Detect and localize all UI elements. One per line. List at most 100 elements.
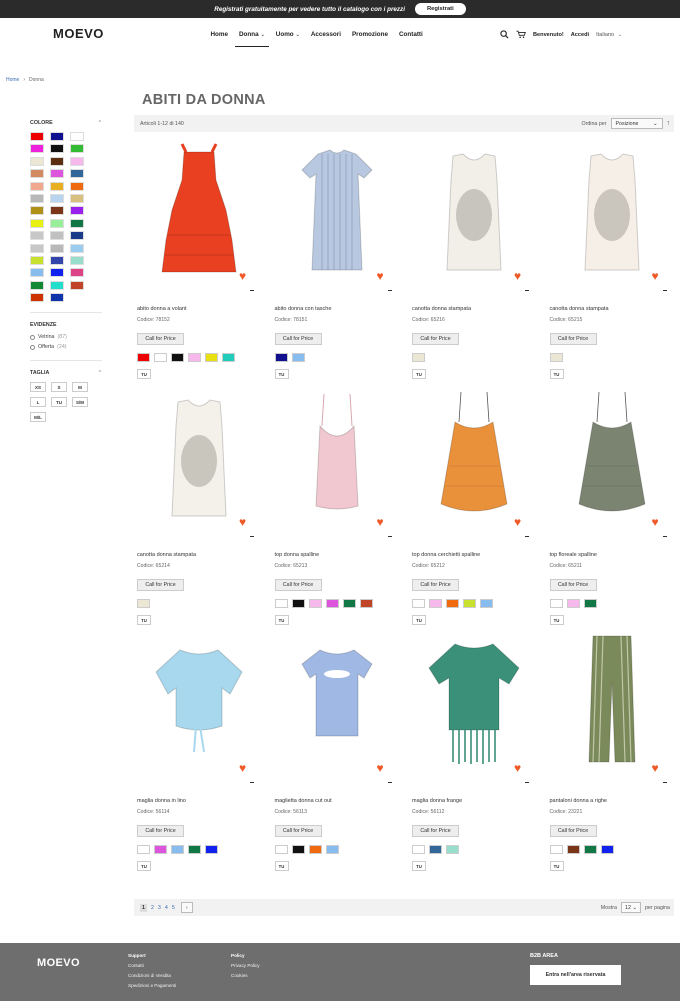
color-swatch[interactable] [412,845,425,854]
size-option[interactable]: S/M [72,397,88,408]
next-page-button[interactable]: › [180,902,193,913]
color-swatch[interactable] [291,353,305,362]
color-swatch[interactable] [70,181,84,191]
product-name[interactable]: maglia donna frange [412,798,462,804]
product-name[interactable]: maglia donna in lino [137,798,186,804]
color-swatch[interactable] [30,218,44,228]
size-option[interactable]: TU [137,861,151,871]
heart-icon[interactable]: ♥ [652,270,659,282]
size-option[interactable]: TU [549,861,564,871]
color-swatch[interactable] [222,353,235,362]
color-swatch[interactable] [308,845,322,854]
call-for-price-button[interactable]: Call for Price [549,333,597,345]
color-swatch[interactable] [291,599,305,608]
product-image[interactable] [272,140,402,290]
color-swatch[interactable] [446,599,459,608]
color-swatch[interactable] [600,845,614,854]
size-option[interactable]: TU [274,615,289,625]
color-swatch[interactable] [154,845,167,854]
page-3[interactable]: 3 [158,905,161,911]
size-option[interactable]: TU [274,369,289,379]
color-swatch[interactable] [446,845,459,854]
product-name[interactable]: top donna cerchietti spalline [412,552,480,558]
color-swatch[interactable] [566,599,580,608]
color-swatch[interactable] [50,268,64,278]
size-option[interactable]: M/L [30,412,46,423]
compare-icon[interactable] [525,536,529,538]
sort-direction-icon[interactable]: ↑ [667,120,671,127]
filter-color-header[interactable]: COLORE ⌃ [30,118,102,128]
compare-icon[interactable] [250,290,254,292]
color-swatch[interactable] [205,353,218,362]
color-swatch[interactable] [70,243,84,253]
color-swatch[interactable] [463,599,476,608]
color-swatch[interactable] [70,156,84,166]
size-option[interactable]: TU [137,369,151,379]
sort-select[interactable]: Posizione ⌄ [610,118,663,129]
call-for-price-button[interactable]: Call for Price [412,333,459,345]
color-swatch[interactable] [274,845,288,854]
size-option[interactable]: M [72,382,88,393]
filter-size-header[interactable]: TAGLIA ⌃ [30,368,102,378]
color-swatch[interactable] [429,599,442,608]
size-option[interactable]: S [51,382,67,393]
product-image[interactable] [409,386,539,536]
product-image[interactable] [547,386,677,536]
heart-icon[interactable]: ♥ [239,270,246,282]
breadcrumb-home[interactable]: Home [6,77,19,83]
color-swatch[interactable] [70,231,84,241]
color-swatch[interactable] [30,293,44,303]
color-swatch[interactable] [30,132,44,141]
size-option[interactable]: TU [549,615,564,625]
color-swatch[interactable] [30,181,44,191]
size-option[interactable]: TU [412,861,426,871]
compare-icon[interactable] [387,290,392,292]
nav-promozione[interactable]: Promozione [346,31,393,47]
size-option[interactable]: TU [51,397,67,408]
product-name[interactable]: abito donna a volant [137,306,187,312]
compare-icon[interactable] [525,290,529,292]
color-swatch[interactable] [583,845,597,854]
product-image[interactable] [547,140,677,290]
color-swatch[interactable] [50,231,64,241]
cart-icon[interactable] [516,30,526,39]
call-for-price-button[interactable]: Call for Price [137,333,184,345]
color-swatch[interactable] [137,845,150,854]
color-swatch[interactable] [30,169,44,179]
radio-button[interactable] [30,344,35,350]
color-swatch[interactable] [308,599,322,608]
color-swatch[interactable] [50,156,64,166]
color-swatch[interactable] [70,268,84,278]
color-swatch[interactable] [291,845,305,854]
color-swatch[interactable] [549,845,563,854]
size-option[interactable]: L [30,397,46,408]
color-swatch[interactable] [50,255,64,265]
heart-icon[interactable]: ♥ [514,270,521,282]
footer-logo[interactable]: MOEVO [37,957,80,969]
color-swatch[interactable] [70,193,84,203]
call-for-price-button[interactable]: Call for Price [549,825,597,837]
login-link[interactable]: Accedi [571,32,589,38]
filter-option-vetrina[interactable]: Vetrina (87) [30,334,102,340]
search-icon[interactable] [500,30,509,39]
size-option[interactable]: XS [30,382,46,393]
color-swatch[interactable] [205,845,218,854]
call-for-price-button[interactable]: Call for Price [274,825,322,837]
size-option[interactable]: TU [412,615,426,625]
limit-select[interactable]: 12 ⌄ [620,902,641,913]
color-swatch[interactable] [188,353,201,362]
color-swatch[interactable] [30,268,44,278]
color-swatch[interactable] [50,132,64,141]
product-name[interactable]: abito donna con tasche [275,306,332,312]
color-swatch[interactable] [274,599,288,608]
color-swatch[interactable] [412,599,425,608]
heart-icon[interactable]: ♥ [239,516,246,528]
page-5[interactable]: 5 [172,905,175,911]
product-name[interactable]: canotta donna stampata [550,306,609,312]
nav-uomo[interactable]: Uomo ⌄ [270,31,305,47]
color-swatch[interactable] [566,845,580,854]
product-name[interactable]: canotta donna stampata [412,306,471,312]
compare-icon[interactable] [662,782,667,784]
color-swatch[interactable] [429,845,442,854]
call-for-price-button[interactable]: Call for Price [274,333,322,345]
